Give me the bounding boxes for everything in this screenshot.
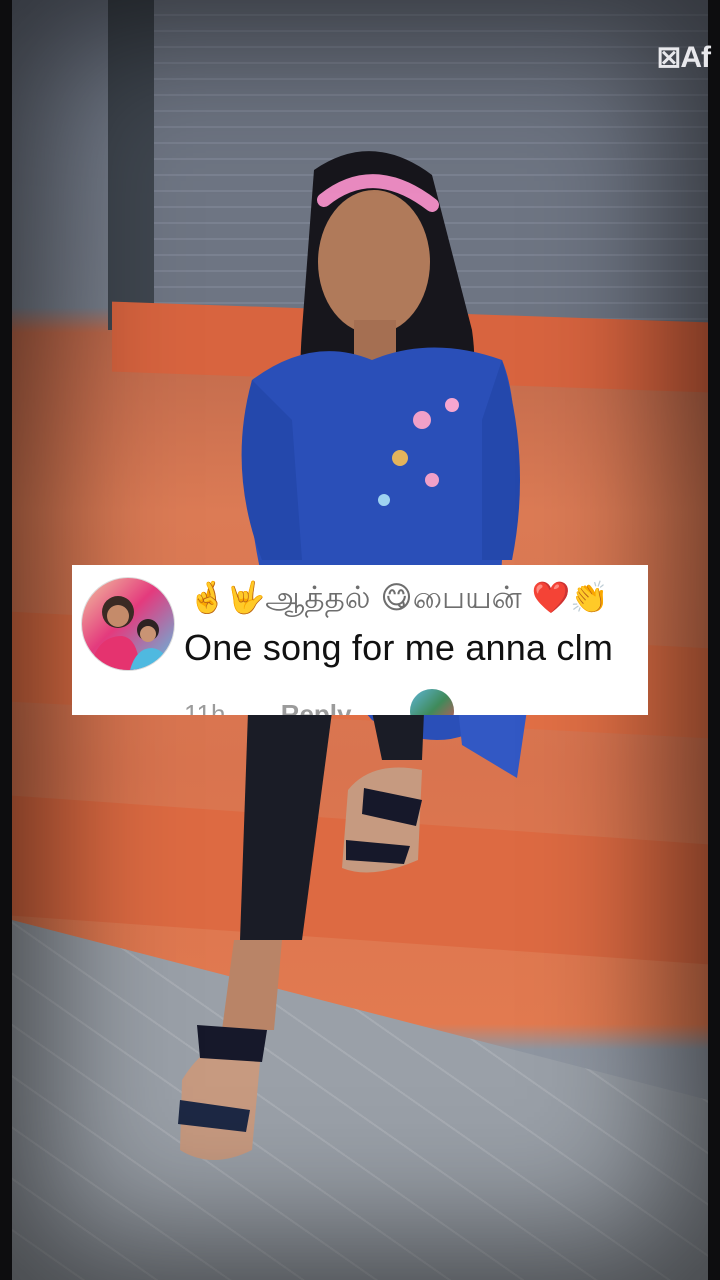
capcut-logo: ⊠Af <box>656 40 711 75</box>
logo-text: Af <box>680 41 711 74</box>
comment-reply-sticker[interactable]: 🤞🤟ஆத்தல் 😋பையன் ❤️👏 One song for me anna… <box>72 565 648 715</box>
creator-mini-avatar <box>410 689 454 715</box>
comment-meta: 11h Reply <box>184 699 352 715</box>
reply-button[interactable]: Reply <box>281 699 352 715</box>
commenter-username: 🤞🤟ஆத்தல் 😋பையன் ❤️👏 <box>188 580 609 616</box>
avatar-photo-icon <box>90 596 168 670</box>
comment-text: One song for me anna clm <box>184 627 614 668</box>
capcut-icon: ⊠ <box>656 41 681 74</box>
comment-time: 11h <box>184 699 226 715</box>
commenter-avatar[interactable] <box>81 577 175 671</box>
